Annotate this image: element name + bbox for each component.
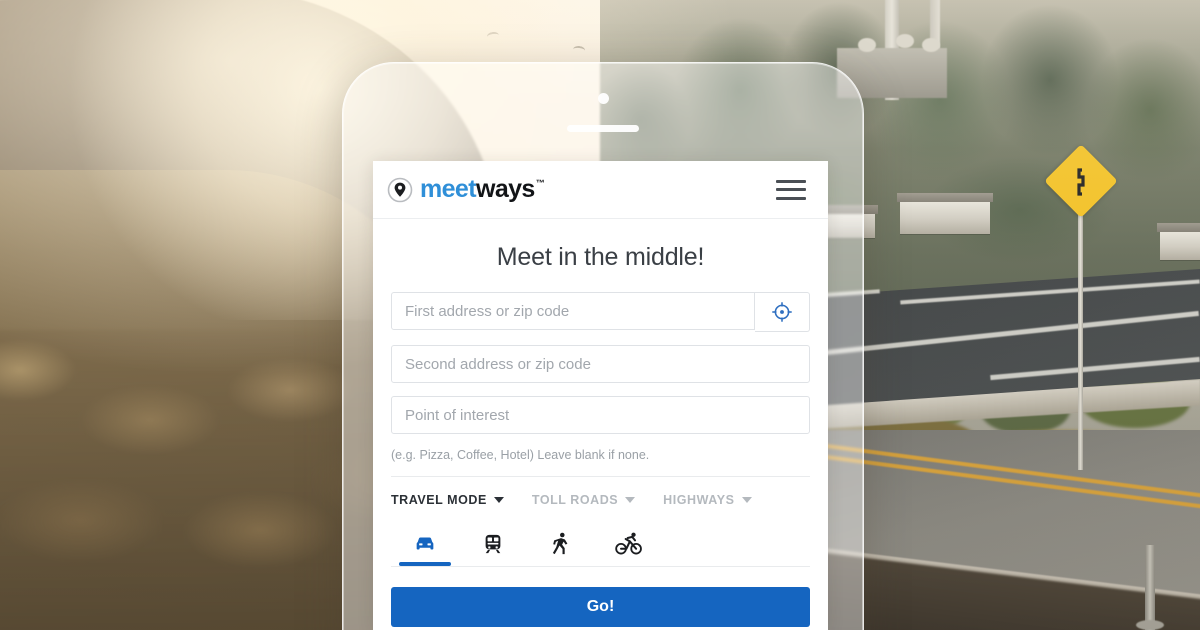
car-icon: [416, 537, 434, 550]
winding-road-glyph: [1077, 168, 1085, 196]
options-row: TRAVEL MODE TOLL ROADS HIGHWAYS: [391, 477, 810, 522]
crosshair-locate-icon: [772, 302, 792, 322]
travel-mode-tabs: [391, 522, 810, 567]
camera-dot-icon: [598, 93, 609, 104]
toll-roads-dropdown[interactable]: TOLL ROADS: [531, 493, 636, 507]
point-of-interest-row: Point of interest: [391, 396, 810, 434]
bicycle-icon: [615, 532, 642, 555]
app-screen: meet ways ™ Meet in the middle! First addr…: [373, 161, 828, 630]
hillside-house: [897, 193, 993, 234]
chevron-down-icon: [493, 497, 504, 503]
hamburger-menu-icon[interactable]: [776, 179, 806, 200]
menu-bar: [776, 196, 806, 200]
earpiece-speaker-icon: [567, 125, 639, 132]
travel-mode-label: TRAVEL MODE: [391, 493, 487, 507]
travel-mode-transit[interactable]: [459, 522, 527, 566]
poi-hint-text: (e.g. Pizza, Coffee, Hotel) Leave blank …: [391, 448, 650, 462]
point-of-interest-input[interactable]: Point of interest: [391, 396, 810, 434]
second-address-input[interactable]: Second address or zip code: [391, 345, 810, 383]
page-title: Meet in the middle!: [496, 243, 705, 271]
tab-indicator: [603, 562, 655, 566]
tab-indicator: [467, 562, 519, 566]
active-tab-indicator: [399, 562, 451, 566]
satellite-dish-icon: [896, 34, 914, 48]
brand-second-word: ways: [475, 175, 535, 203]
menu-bar: [776, 188, 806, 191]
second-address-row: Second address or zip code: [391, 345, 810, 383]
toll-roads-label: TOLL ROADS: [531, 493, 619, 507]
menu-bar: [776, 179, 806, 183]
roadside-bollard: [1145, 545, 1155, 630]
wordmark: meet ways ™: [420, 175, 545, 203]
travel-mode-dropdown[interactable]: TRAVEL MODE: [391, 493, 504, 507]
bollard-base: [1136, 620, 1164, 630]
hillside-house: [1157, 223, 1200, 260]
highways-dropdown[interactable]: HIGHWAYS: [663, 493, 752, 507]
train-icon: [485, 534, 501, 554]
satellite-dish-icon: [922, 38, 940, 52]
brand-first-word: meet: [420, 175, 477, 203]
point-of-interest-placeholder: Point of interest: [405, 406, 510, 424]
geolocate-button[interactable]: [755, 292, 810, 332]
brand-logo[interactable]: meet ways ™: [387, 175, 545, 203]
chevron-down-icon: [741, 497, 752, 503]
meetways-eye-pin-logo-icon: [387, 177, 413, 202]
first-address-input[interactable]: First address or zip code: [391, 292, 755, 330]
walk-icon: [552, 532, 568, 555]
screenshot-root: meet ways ™ Meet in the middle! First addr…: [0, 0, 1200, 630]
second-address-placeholder: Second address or zip code: [405, 355, 591, 373]
go-button[interactable]: Go!: [391, 587, 810, 627]
highways-label: HIGHWAYS: [663, 493, 735, 507]
first-address-placeholder: First address or zip code: [405, 302, 570, 320]
tab-indicator: [535, 562, 587, 566]
travel-mode-driving[interactable]: [391, 522, 459, 566]
app-body: Meet in the middle! First address or zip…: [373, 243, 828, 627]
trademark-mark: ™: [535, 178, 545, 188]
travel-mode-walking[interactable]: [527, 522, 595, 566]
chevron-down-icon: [625, 497, 636, 503]
app-header: meet ways ™: [373, 161, 828, 219]
first-address-row: First address or zip code: [391, 292, 810, 332]
satellite-dish-icon: [858, 38, 876, 52]
travel-mode-bicycling[interactable]: [595, 522, 663, 566]
